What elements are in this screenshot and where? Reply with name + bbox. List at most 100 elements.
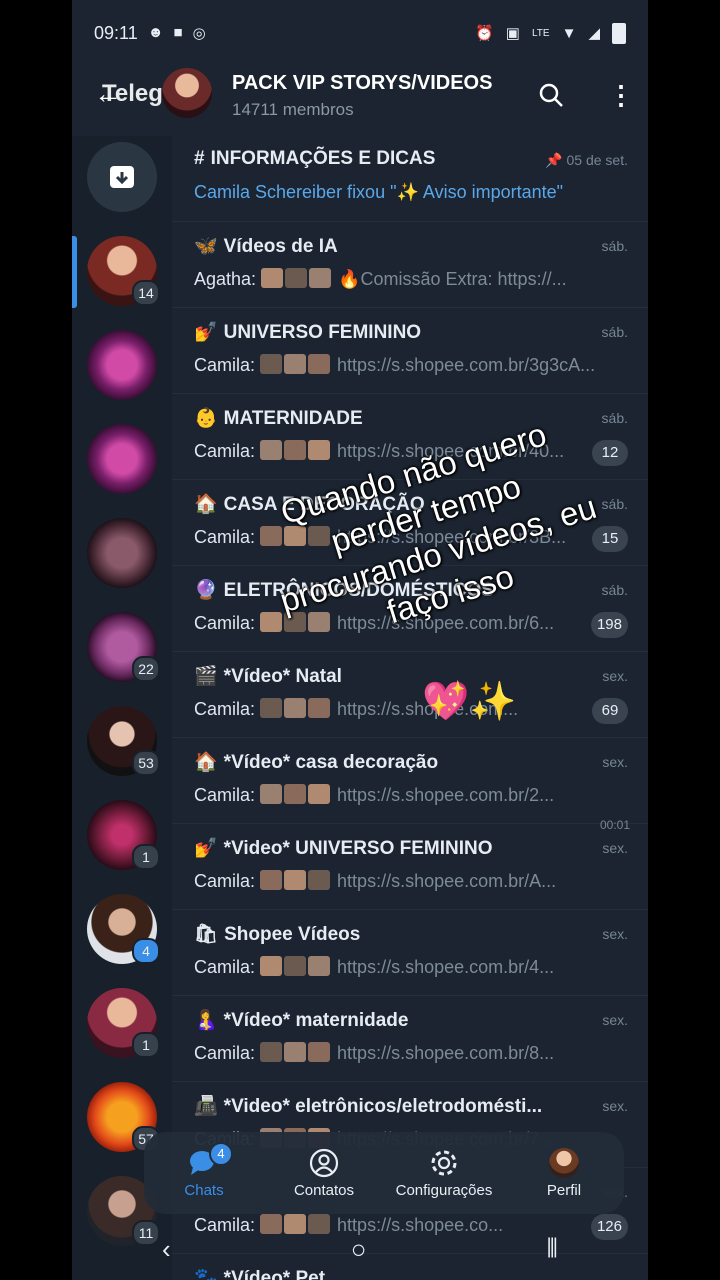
sidebar-unread-badge: 14: [132, 280, 160, 306]
topic-title: 💅 *Video* UNIVERSO FEMININO: [194, 836, 493, 860]
topic-date: sex.: [602, 1098, 628, 1114]
search-icon[interactable]: [538, 82, 564, 113]
media-thumbnail: [284, 870, 307, 890]
topic-date: sex.: [602, 840, 628, 856]
topic-emoji-icon: 📠: [194, 1096, 218, 1117]
topic-last-message: Camila: https://s.shopee.com.br/2...: [194, 784, 594, 806]
member-count: 14711 membros: [232, 100, 354, 119]
topic-row[interactable]: 🏠 CASA E DECORAÇÃO sáb. Camila: https://s.s…: [172, 480, 648, 566]
topic-emoji-icon: 🦋: [194, 236, 218, 257]
media-thumbnail: [284, 612, 307, 632]
topic-emoji-icon: 🔮: [194, 580, 218, 601]
top-bar: Telegram ← PACK VIP STORYS/VIDEOS 14711 …: [72, 66, 648, 130]
message-link: https://s.shopee.com.br/4...: [337, 957, 555, 977]
sidebar-topic-avatar[interactable]: [87, 424, 157, 494]
video-camera-icon: ■: [173, 24, 183, 41]
topic-row[interactable]: 🤱 *Vídeo* maternidade sex. Camila: https://…: [172, 996, 648, 1082]
topic-row[interactable]: 💅 *Video* UNIVERSO FEMININO sex. Camila: ht…: [172, 824, 648, 910]
alarm-icon: ⏰: [475, 25, 494, 42]
topic-title-text: *Video* eletrônicos/eletrodomésti...: [223, 1096, 543, 1117]
topic-emoji-icon: 🏠: [194, 752, 218, 773]
media-thumbnail: [260, 354, 283, 374]
archive-button[interactable]: [87, 142, 157, 212]
archive-icon: [110, 166, 134, 188]
nav-contacts[interactable]: Contatos: [269, 1148, 379, 1199]
message-sender: Camila:: [194, 1043, 256, 1063]
nav-chats[interactable]: 4 Chats: [149, 1141, 259, 1199]
topic-last-message: Camila: https://s.shopee.com.br/40...: [194, 440, 594, 462]
topic-title-text: CASA E DECORAÇÃO: [223, 494, 425, 515]
sidebar-topic-avatar[interactable]: [87, 330, 157, 400]
topic-title: 🏠 CASA E DECORAÇÃO: [194, 492, 425, 516]
topic-last-message: Camila: https://s.shopee.com.br/8...: [194, 1042, 594, 1064]
topic-title: # INFORMAÇÕES E DICAS: [194, 148, 435, 170]
topic-title: 📠 *Video* eletrônicos/eletrodomésti...: [194, 1094, 542, 1118]
message-sender: Camila:: [194, 527, 256, 547]
topic-title: 🔮 ELETRÔNICOS/DOMÉSTICOS: [194, 578, 494, 602]
topic-date: sáb.: [601, 238, 628, 254]
message-sender: Camila:: [194, 785, 256, 805]
topic-date: sáb.: [601, 582, 628, 598]
group-title[interactable]: PACK VIP STORYS/VIDEOS: [232, 72, 532, 95]
topic-emoji-icon: 🎬: [194, 666, 218, 687]
back-arrow-icon[interactable]: ←: [94, 80, 122, 108]
message-link: https://s.shopee.com...: [337, 699, 519, 719]
sidebar-unread-badge: 4: [132, 938, 160, 964]
media-thumbnail: [284, 784, 307, 804]
topic-title: 🏠 *Vídeo* casa decoração: [194, 750, 438, 774]
topic-emoji-icon: 🏠: [194, 494, 218, 515]
nav-chats-label: Chats: [184, 1181, 224, 1199]
topic-title: 🦋 Vídeos de IA: [194, 234, 338, 258]
system-home-icon[interactable]: ○: [351, 1234, 367, 1265]
media-thumbnail: [284, 956, 307, 976]
message-link: 🔥Comissão Extra: https://...: [338, 269, 567, 289]
topic-row[interactable]: 💅 UNIVERSO FEMININO sáb. Camila: https://s.…: [172, 308, 648, 394]
system-back-icon[interactable]: ‹: [162, 1234, 171, 1265]
message-sender: Camila:: [194, 871, 256, 891]
topic-row[interactable]: # INFORMAÇÕES E DICAS 📌 05 de set. Camila S…: [172, 136, 648, 222]
bottom-navigation: 4 Chats Contatos Configurações Perfil: [144, 1132, 624, 1214]
topic-date: sáb.: [601, 496, 628, 512]
media-thumbnail: [284, 1042, 307, 1062]
topic-row[interactable]: 🎬 *Vídeo* Natal sex. Camila: https://s.shop…: [172, 652, 648, 738]
topic-row[interactable]: 👶 MATERNIDADE sáb. Camila: https://s.shopee…: [172, 394, 648, 480]
media-thumbnail: [260, 784, 283, 804]
system-navigation-bar: ‹ ○ ⦀: [72, 1218, 648, 1280]
group-avatar[interactable]: [162, 68, 212, 118]
media-thumbnail: [308, 354, 331, 374]
topic-emoji-icon: 👶: [194, 408, 218, 429]
more-vert-icon[interactable]: ⋮: [608, 80, 634, 111]
message-sender: Agatha:: [194, 269, 257, 289]
topic-row[interactable]: 🔮 ELETRÔNICOS/DOMÉSTICOS sáb. Camila: https…: [172, 566, 648, 652]
message-link: https://s.shopee.com.br/40...: [337, 441, 565, 461]
unread-badge: 198: [590, 612, 628, 638]
media-thumbnail: [308, 698, 331, 718]
topic-title: 🎬 *Vídeo* Natal: [194, 664, 342, 688]
nav-profile[interactable]: Perfil: [509, 1147, 619, 1199]
media-thumbnail: [308, 784, 331, 804]
media-thumbnail: [308, 1042, 331, 1062]
media-thumbnail: [285, 268, 308, 288]
topic-title-text: ELETRÔNICOS/DOMÉSTICOS: [223, 580, 494, 601]
status-notification-icons: ☻ ■ ◎: [148, 24, 206, 42]
message-link: https://s.shopee.com.br/A...: [337, 871, 557, 891]
topic-row[interactable]: 🦋 Vídeos de IA sáb. Agatha: 🔥Comissão Extra…: [172, 222, 648, 308]
sidebar-unread-badge: 1: [132, 844, 160, 870]
topic-last-message: Camila: https://s.shopee.com.br/3B...: [194, 526, 594, 548]
system-recents-icon[interactable]: ⦀: [547, 1233, 558, 1265]
topic-row[interactable]: 🏠 *Vídeo* casa decoração sex. Camila: https…: [172, 738, 648, 824]
topic-row[interactable]: 🛍 Shopee Vídeos sex. Camila: https://s.shop…: [172, 910, 648, 996]
media-thumbnail: [308, 870, 331, 890]
sync-icon: ◎: [192, 25, 206, 42]
topic-emoji-icon: 🛍: [194, 924, 219, 945]
topic-emoji-icon: #: [194, 148, 205, 169]
sidebar-topic-avatar[interactable]: [87, 518, 157, 588]
chats-badge: 4: [209, 1141, 233, 1166]
nav-settings[interactable]: Configurações: [389, 1148, 499, 1199]
status-system-icons: ⏰ ▣ LTE ▼ ◢: [475, 22, 626, 44]
topic-title-text: MATERNIDADE: [223, 408, 363, 429]
gear-icon: [429, 1148, 459, 1178]
signal-icon: ◢: [588, 25, 600, 42]
person-circle-icon: [309, 1148, 339, 1178]
network-type: LTE: [531, 27, 550, 39]
